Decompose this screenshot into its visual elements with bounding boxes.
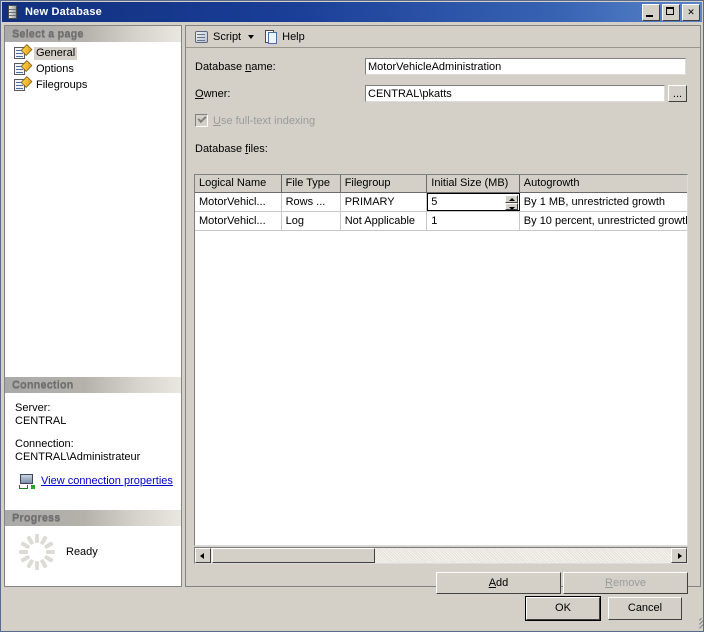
grid-column-header-initial-size[interactable]: Initial Size (MB) [427, 175, 520, 192]
grid-column-header-file-type[interactable]: File Type [281, 175, 341, 192]
minimize-button[interactable] [642, 3, 660, 21]
page-icon [14, 75, 33, 92]
fulltext-indexing-checkbox [195, 113, 208, 127]
sidebar-item-label: Filegroups [36, 78, 88, 91]
scroll-right-icon[interactable] [671, 548, 687, 563]
fulltext-indexing-label: Use full-text indexing [213, 114, 316, 127]
main-panel: Script Help Database name: Owner: ... Us… [185, 25, 701, 594]
grid-horizontal-scrollbar[interactable] [194, 547, 688, 564]
cancel-button[interactable]: Cancel [608, 597, 682, 620]
sidebar-item-options[interactable]: Options [5, 59, 181, 77]
connection-label: Connection: [15, 438, 74, 450]
help-button[interactable]: Help [259, 27, 309, 47]
connection-header: Connection [5, 377, 181, 393]
grid-column-header-filegroup[interactable]: Filegroup [340, 175, 428, 192]
progress-status: Ready [66, 546, 98, 558]
window-controls: ✕ [642, 3, 700, 21]
sidebar-item-label: General [34, 46, 78, 60]
cell-logical-name[interactable]: MotorVehicl... [195, 212, 282, 230]
table-row[interactable]: MotorVehicl... Log Not Applicable 1 By 1… [195, 212, 687, 231]
page-icon [14, 43, 33, 60]
initial-size-spinner[interactable] [504, 195, 518, 210]
window-title: New Database [25, 6, 102, 18]
fulltext-indexing-row: Use full-text indexing [186, 113, 700, 127]
cell-file-type[interactable]: Log [282, 212, 341, 230]
grid-header-row: Logical Name File Type Filegroup Initial… [195, 175, 687, 193]
progress-body: Ready [5, 526, 181, 570]
database-name-row: Database name: [186, 58, 700, 75]
progress-header: Progress [5, 510, 181, 526]
new-database-dialog: New Database ✕ Select a page General Opt… [0, 0, 704, 632]
sidebar-item-general[interactable]: General [5, 43, 181, 61]
grid-column-header-logical-name[interactable]: Logical Name [195, 175, 282, 192]
chevron-down-icon[interactable] [248, 34, 255, 39]
page-list: General Options Filegroups [5, 42, 181, 93]
title-bar: New Database ✕ [2, 2, 702, 22]
remove-button: Remove [563, 572, 688, 594]
script-button-label: Script [213, 30, 242, 43]
help-button-label: Help [282, 30, 305, 43]
database-name-input[interactable] [365, 58, 686, 75]
close-button[interactable]: ✕ [682, 3, 700, 21]
scroll-left-icon[interactable] [195, 548, 211, 563]
general-form: Database name: Owner: ... Use full-text … [186, 58, 700, 155]
resize-grip[interactable] [688, 616, 703, 629]
sidebar: Select a page General Options Filegroups [4, 25, 182, 587]
help-icon [263, 29, 279, 45]
owner-input[interactable] [365, 85, 665, 102]
cell-logical-name[interactable]: MotorVehicl... [195, 193, 282, 211]
script-icon [194, 29, 210, 45]
database-files-label: Database files: [195, 143, 268, 155]
view-connection-properties-link[interactable]: View connection properties [41, 475, 173, 488]
panel-toolbar: Script Help [186, 26, 700, 48]
select-page-header-label: Select a page [12, 28, 84, 40]
connection-section: Connection Server: CENTRAL Connection: C… [5, 377, 181, 489]
connection-value: CENTRAL\Administrateur [15, 451, 141, 463]
scrollbar-thumb[interactable] [212, 548, 375, 563]
spinner-up-icon[interactable] [504, 195, 518, 203]
maximize-button[interactable] [662, 3, 680, 21]
cell-initial-size[interactable]: 1 [427, 212, 520, 230]
server-connection-icon [18, 474, 36, 489]
cell-initial-size-value: 5 [431, 196, 438, 208]
cell-autogrowth[interactable]: By 1 MB, unrestricted growth [520, 193, 687, 211]
database-name-label: Database name: [195, 60, 276, 73]
scrollbar-track[interactable] [375, 548, 671, 563]
cell-autogrowth[interactable]: By 10 percent, unrestricted growth [520, 212, 687, 230]
cell-initial-size[interactable]: 5 [427, 193, 520, 211]
spinner-down-icon[interactable] [504, 202, 518, 210]
page-icon [14, 59, 33, 76]
view-connection-properties[interactable]: View connection properties [15, 474, 181, 489]
connection-body: Server: CENTRAL Connection: CENTRAL\Admi… [5, 393, 181, 489]
database-icon [6, 5, 20, 19]
connection-server: Server: CENTRAL [15, 402, 181, 428]
connection-user: Connection: CENTRAL\Administrateur [15, 438, 181, 464]
ok-button[interactable]: OK [526, 597, 600, 620]
add-button[interactable]: Add [436, 572, 561, 594]
sidebar-item-filegroups[interactable]: Filegroups [5, 75, 181, 93]
cell-filegroup[interactable]: PRIMARY [341, 193, 428, 211]
script-button[interactable]: Script [190, 27, 245, 47]
grid-column-header-autogrowth[interactable]: Autogrowth [519, 175, 687, 192]
owner-browse-button[interactable]: ... [668, 85, 687, 102]
close-icon: ✕ [687, 6, 695, 17]
connection-header-label: Connection [12, 379, 74, 391]
owner-row: Owner: ... [186, 85, 700, 102]
table-row[interactable]: MotorVehicl... Rows ... PRIMARY 5 By 1 M… [195, 193, 687, 212]
progress-section: Progress Ready [5, 510, 181, 570]
cell-filegroup[interactable]: Not Applicable [341, 212, 428, 230]
cell-file-type[interactable]: Rows ... [282, 193, 341, 211]
server-label: Server: [15, 402, 51, 414]
sidebar-item-label: Options [36, 62, 74, 75]
owner-label: Owner: [195, 87, 231, 100]
progress-header-label: Progress [12, 512, 61, 524]
database-files-grid: Logical Name File Type Filegroup Initial… [194, 174, 688, 546]
progress-spinner-icon [19, 534, 55, 570]
server-value: CENTRAL [15, 415, 67, 427]
select-page-header: Select a page [5, 26, 181, 42]
